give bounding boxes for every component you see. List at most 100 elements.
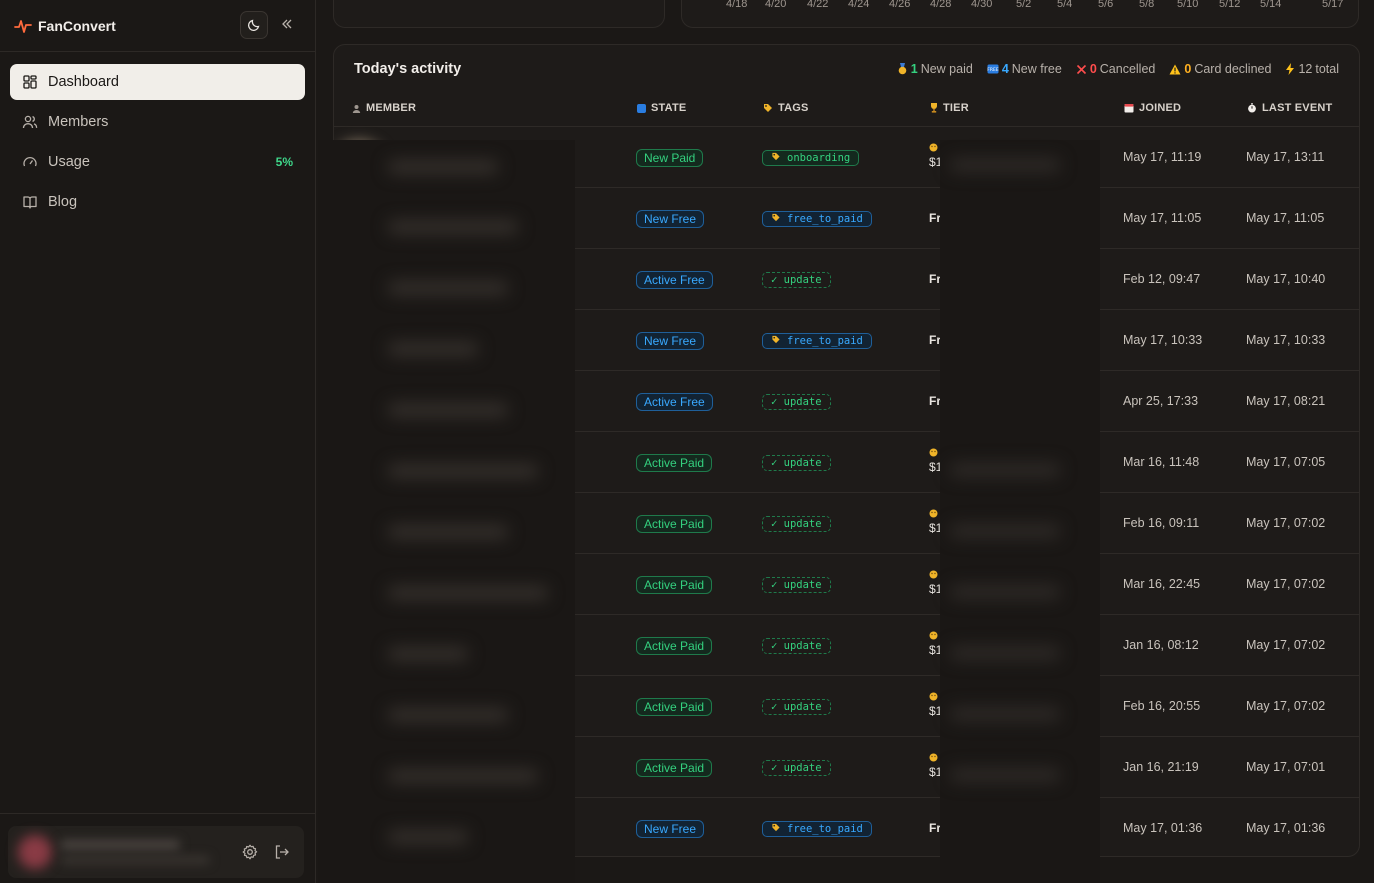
- table-header: MEMBER STATE TAGS TIER JOINED LAST EVENT: [334, 89, 1359, 127]
- medal-icon: [897, 63, 908, 75]
- calendar-icon: [1124, 103, 1134, 113]
- dashboard-icon: [22, 74, 38, 90]
- state-badge: Active Paid: [636, 759, 713, 777]
- joined-date: Feb 16, 20:55: [1123, 699, 1201, 713]
- tag-badge: onboarding: [762, 150, 860, 166]
- column-header-last-event[interactable]: LAST EVENT: [1247, 102, 1332, 114]
- joined-date: Mar 16, 22:45: [1123, 577, 1201, 591]
- state-badge: Active Free: [636, 393, 713, 411]
- column-label: JOINED: [1139, 102, 1182, 114]
- joined-date: Jan 16, 21:19: [1123, 760, 1199, 774]
- column-header-member[interactable]: MEMBER: [352, 102, 416, 114]
- last-event-date: May 17, 01:36: [1246, 821, 1326, 835]
- x-tick: 4/28: [930, 0, 952, 10]
- last-event-date: May 17, 07:02: [1246, 516, 1326, 530]
- sidebar-item-label: Dashboard: [48, 74, 119, 90]
- sidebar-item-dashboard[interactable]: Dashboard: [10, 64, 305, 100]
- tag-label: ✓ update: [771, 762, 822, 774]
- tag-label: ✓ update: [771, 579, 822, 591]
- column-label: MEMBER: [366, 102, 417, 114]
- gauge-icon: [22, 154, 38, 170]
- tag-label: free_to_paid: [787, 335, 863, 347]
- activity-summary: 1 New paid FREE 4 New free 0 Cancelled 0…: [897, 62, 1339, 76]
- x-tick: 5/8: [1139, 0, 1155, 10]
- tag-icon: [771, 334, 781, 348]
- state-badge: Active Free: [636, 271, 713, 289]
- activity-title: Today's activity: [354, 61, 462, 77]
- sidebar-item-usage[interactable]: Usage 5%: [10, 144, 305, 180]
- x-tick: 4/22: [807, 0, 829, 10]
- tag-label: ✓ update: [771, 457, 822, 469]
- joined-date: Feb 16, 09:11: [1123, 516, 1200, 530]
- x-tick: 5/6: [1098, 0, 1114, 10]
- column-header-tags[interactable]: TAGS: [763, 102, 809, 114]
- bolt-icon: [1285, 63, 1295, 75]
- user-profile-card[interactable]: [8, 826, 304, 878]
- tag-label: onboarding: [787, 152, 851, 164]
- sidebar-nav: Dashboard Members Usage 5% Blog: [0, 52, 315, 236]
- x-tick: 5/2: [1016, 0, 1032, 10]
- logout-icon[interactable]: [273, 843, 291, 861]
- tag-badge: ✓ update: [762, 699, 831, 715]
- redacted-user-name: [60, 840, 180, 850]
- joined-date: May 17, 01:36: [1123, 821, 1203, 835]
- summary-total: 12 total: [1285, 62, 1339, 76]
- x-tick: 4/24: [848, 0, 870, 10]
- tag-label: free_to_paid: [787, 823, 863, 835]
- chevrons-left-icon: [281, 18, 293, 30]
- redacted-tier-column: [940, 140, 1100, 883]
- state-badge: New Free: [636, 332, 705, 350]
- tag-badge: free_to_paid: [762, 333, 872, 349]
- theme-toggle-button[interactable]: [240, 11, 268, 39]
- column-label: STATE: [651, 102, 687, 114]
- tag-label: free_to_paid: [787, 213, 863, 225]
- x-tick: 5/12: [1219, 0, 1241, 10]
- sidebar-item-label: Usage: [48, 154, 90, 170]
- x-tick: 4/20: [765, 0, 787, 10]
- state-badge: New Paid: [636, 149, 704, 167]
- state-badge: Active Paid: [636, 454, 713, 472]
- summary-label: New free: [1011, 62, 1062, 76]
- column-header-state[interactable]: STATE: [637, 102, 686, 114]
- collapse-sidebar-button[interactable]: [278, 15, 296, 33]
- column-header-tier[interactable]: TIER: [930, 102, 969, 114]
- settings-gear-icon[interactable]: [241, 843, 259, 861]
- summary-count: 4: [1001, 62, 1009, 76]
- sidebar-item-blog[interactable]: Blog: [10, 184, 305, 220]
- joined-date: Jan 16, 08:12: [1123, 638, 1199, 652]
- summary-count: 0: [1184, 62, 1192, 76]
- tag-badge: ✓ update: [762, 455, 831, 471]
- chart-card-left: [333, 0, 665, 28]
- tag-label: ✓ update: [771, 518, 822, 530]
- summary-count: 0: [1089, 62, 1097, 76]
- last-event-date: May 17, 07:05: [1246, 455, 1326, 469]
- sidebar-item-label: Blog: [48, 194, 78, 210]
- x-tick: 4/18: [726, 0, 748, 10]
- sidebar-footer: [0, 813, 316, 883]
- last-event-date: May 17, 10:33: [1246, 333, 1326, 347]
- tag-badge: ✓ update: [762, 760, 831, 776]
- state-icon: [637, 103, 646, 113]
- tag-badge: ✓ update: [762, 394, 831, 410]
- book-icon: [22, 194, 38, 210]
- avatar: [18, 835, 52, 869]
- summary-label: total: [1315, 62, 1339, 76]
- person-icon: [352, 104, 361, 113]
- summary-label: Cancelled: [1099, 62, 1156, 76]
- x-tick: 5/17: [1322, 0, 1344, 10]
- last-event-date: May 17, 10:40: [1246, 272, 1326, 286]
- last-event-date: May 17, 07:02: [1246, 638, 1326, 652]
- column-label: TIER: [943, 102, 969, 114]
- last-event-date: May 17, 07:02: [1246, 577, 1326, 591]
- column-header-joined[interactable]: JOINED: [1124, 102, 1181, 114]
- redacted-user-email: [60, 856, 210, 864]
- x-tick: 5/14: [1260, 0, 1282, 10]
- summary-card-declined: 0 Card declined: [1169, 62, 1271, 76]
- stopwatch-icon: [1247, 103, 1257, 113]
- state-badge: New Free: [636, 210, 705, 228]
- tag-icon: [771, 822, 781, 836]
- sidebar-item-members[interactable]: Members: [10, 104, 305, 140]
- summary-cancelled: 0 Cancelled: [1076, 62, 1156, 76]
- tag-label: ✓ update: [771, 640, 822, 652]
- last-event-date: May 17, 08:21: [1246, 394, 1326, 408]
